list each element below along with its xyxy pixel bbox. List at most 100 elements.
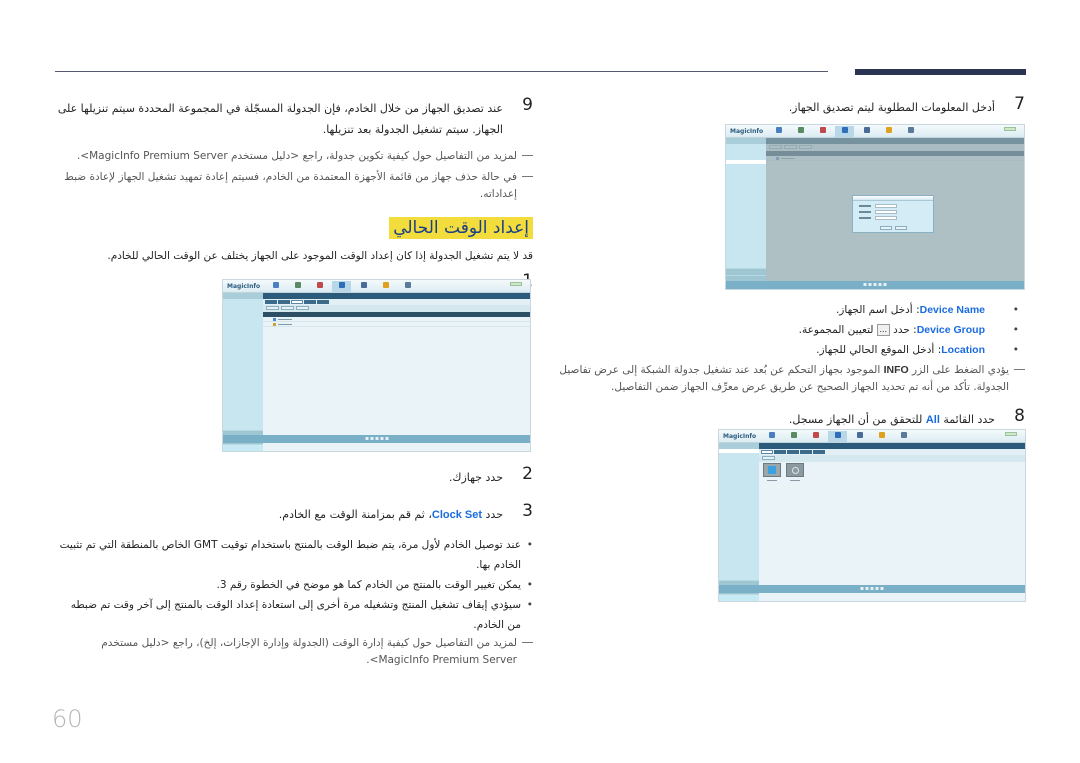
note-text: يؤدي الضغط على الزر — [912, 364, 1009, 376]
nav-schedule[interactable] — [310, 281, 329, 292]
tab-setup[interactable] — [304, 300, 316, 304]
logout-button[interactable] — [1004, 127, 1016, 131]
next-page-button[interactable] — [878, 283, 882, 286]
last-page-button[interactable] — [385, 437, 388, 440]
tab-information[interactable] — [774, 450, 786, 454]
device-group-row — [859, 210, 927, 214]
location-input[interactable] — [875, 216, 897, 220]
first-page-button[interactable] — [863, 283, 867, 286]
device-name-input[interactable] — [875, 204, 897, 208]
timer-set-button[interactable] — [281, 306, 294, 310]
tab-time[interactable] — [291, 300, 303, 304]
page-input[interactable] — [870, 587, 874, 590]
page-number: 60 — [52, 705, 83, 733]
page-input[interactable] — [873, 283, 877, 286]
nav-user[interactable] — [857, 126, 876, 137]
step-text: عند تصديق الجهاز من خلال الخادم، فإن الج… — [57, 102, 503, 136]
nav-content[interactable] — [762, 431, 781, 442]
tab-setup[interactable] — [800, 450, 812, 454]
step-3: 3 حدد Clock Set، ثم قم بمزامنة الوقت مع … — [55, 502, 533, 525]
tab-monitoring[interactable] — [265, 300, 277, 304]
clock-set-button[interactable] — [266, 306, 279, 310]
device-on-icon — [768, 466, 776, 474]
field-device-name: Device Name: أدخل اسم الجهاز. — [555, 300, 1025, 320]
last-page-button[interactable] — [883, 283, 887, 286]
location-row — [859, 216, 927, 220]
tab-display-control[interactable] — [813, 450, 825, 454]
next-page-button[interactable] — [380, 437, 383, 440]
ok-button[interactable] — [879, 226, 892, 230]
main-nav — [769, 126, 923, 137]
bullet-item: سيؤدي إيقاف تشغيل المنتج وتشغيله مرة أخر… — [55, 595, 533, 635]
device-name-label — [767, 480, 777, 481]
step-text: حدد — [485, 508, 503, 521]
nav-statistics[interactable] — [376, 281, 395, 292]
first-page-button[interactable] — [860, 587, 864, 590]
prev-page-button[interactable] — [865, 587, 869, 590]
nav-schedule[interactable] — [806, 431, 825, 442]
header-rule — [55, 71, 828, 72]
device-sidebar — [726, 138, 766, 289]
nav-device[interactable] — [332, 281, 351, 292]
prev-page-button[interactable] — [370, 437, 373, 440]
device-group-input[interactable] — [875, 210, 897, 214]
device-tile-on[interactable] — [763, 463, 781, 477]
step-text: للتحقق من أن الجهاز مسجل. — [788, 413, 923, 426]
app-logo: MagicInfo — [730, 128, 764, 135]
sidebar-item[interactable] — [719, 477, 759, 481]
nav-device[interactable] — [835, 126, 854, 137]
nav-content[interactable] — [769, 126, 788, 137]
nav-playlist[interactable] — [784, 431, 803, 442]
device-icon — [834, 432, 841, 438]
tab-time[interactable] — [787, 450, 799, 454]
section-intro: قد لا يتم تشغيل الجدولة إذا كان إعداد ال… — [107, 250, 533, 262]
nav-playlist[interactable] — [288, 281, 307, 292]
tab-information[interactable] — [278, 300, 290, 304]
step-7: 7 أدخل المعلومات المطلوبة ليتم تصديق الج… — [555, 95, 1025, 117]
nav-user[interactable] — [850, 431, 869, 442]
bullet-item: عند توصيل الخادم لأول مرة، يتم ضبط الوقت… — [55, 535, 533, 575]
cell-text — [278, 318, 292, 320]
next-page-button[interactable] — [875, 587, 879, 590]
playlist-icon — [797, 127, 804, 133]
field-label: Device Name — [919, 304, 985, 316]
sidebar-item[interactable] — [223, 327, 263, 331]
logout-button[interactable] — [510, 282, 522, 286]
left-column: 9 عند تصديق الجهاز من خلال الخادم، فإن ا… — [55, 95, 533, 295]
nav-statistics[interactable] — [879, 126, 898, 137]
device-tile-off[interactable] — [786, 463, 804, 477]
nav-schedule[interactable] — [813, 126, 832, 137]
main-nav — [266, 281, 420, 292]
setting-icon — [900, 432, 907, 438]
info-key: INFO — [883, 364, 909, 376]
tab-display-control[interactable] — [317, 300, 329, 304]
nav-setting[interactable] — [901, 126, 920, 137]
cancel-button[interactable] — [894, 226, 907, 230]
logout-button[interactable] — [1005, 432, 1017, 436]
sidebar-item[interactable] — [726, 172, 766, 176]
field-description: لتعيين المجموعة. — [798, 324, 874, 336]
nav-setting[interactable] — [894, 431, 913, 442]
all-menu-label: All — [925, 414, 940, 426]
screenshot-approve-device: MagicInfo — [725, 124, 1025, 290]
tab-monitoring[interactable] — [761, 450, 773, 454]
prev-page-button[interactable] — [868, 283, 872, 286]
nav-setting[interactable] — [398, 281, 417, 292]
nav-playlist[interactable] — [791, 126, 810, 137]
nav-device[interactable] — [828, 431, 847, 442]
first-page-button[interactable] — [365, 437, 368, 440]
nav-content[interactable] — [266, 281, 285, 292]
last-page-button[interactable] — [880, 587, 884, 590]
nav-statistics[interactable] — [872, 431, 891, 442]
delete-button[interactable] — [762, 456, 775, 460]
nav-user[interactable] — [354, 281, 373, 292]
left-column-lower: 2 حدد جهازك. 3 حدد Clock Set، ثم قم بمزا… — [55, 465, 533, 669]
step-text: أدخل المعلومات المطلوبة ليتم تصديق الجها… — [788, 101, 995, 114]
playlist-icon — [790, 432, 797, 438]
pager — [860, 587, 884, 590]
field-label — [859, 211, 871, 213]
pager — [863, 283, 887, 286]
holiday-management-button[interactable] — [296, 306, 309, 310]
table-row[interactable] — [263, 322, 530, 327]
page-input[interactable] — [375, 437, 378, 440]
